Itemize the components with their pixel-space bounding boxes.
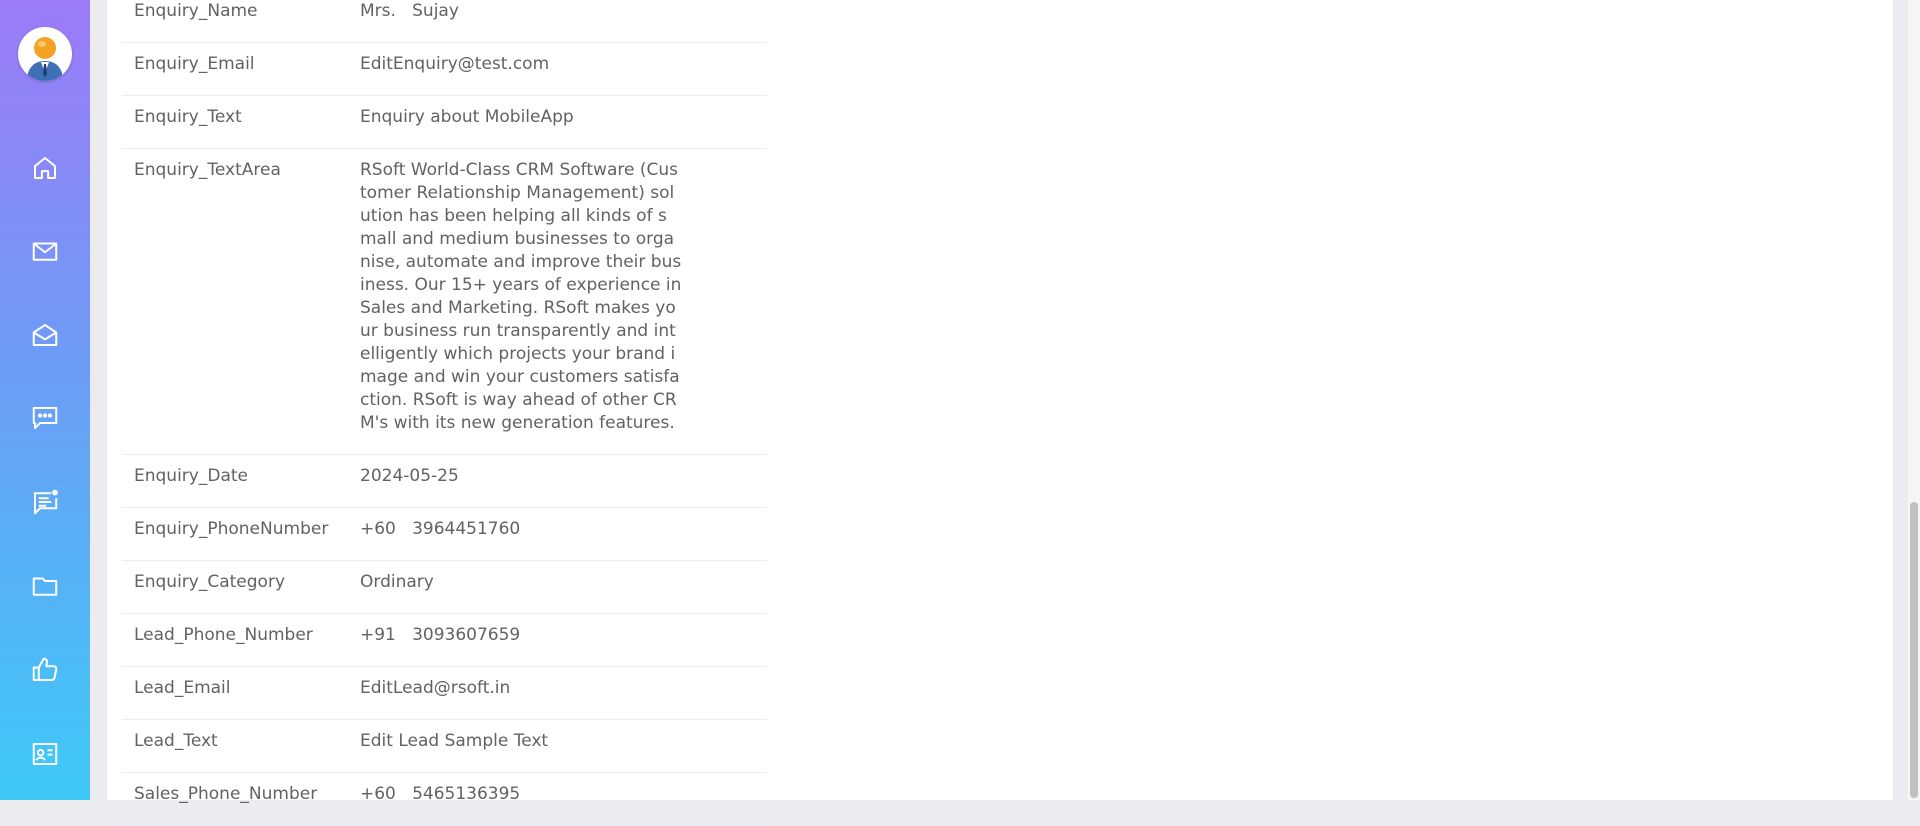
row-label: Enquiry_Date (122, 454, 348, 508)
nav-likes[interactable] (27, 652, 63, 688)
row-value: Ordinary (348, 560, 767, 614)
row-label: Enquiry_Category (122, 560, 348, 614)
row-value: +91 3093607659 (348, 613, 767, 667)
user-avatar[interactable] (18, 27, 72, 81)
chat-bubble-icon (32, 407, 58, 429)
sidebar (0, 0, 90, 800)
row-label: Enquiry_Name (122, 0, 348, 43)
table-row: Lead_Email EditLead@rsoft.in (122, 666, 767, 720)
row-label: Lead_Email (122, 666, 348, 720)
contact-card-icon (32, 743, 58, 765)
nav-home[interactable] (27, 150, 63, 186)
mail-open-icon (32, 324, 58, 346)
nav-chat[interactable] (27, 400, 63, 436)
row-label: Enquiry_TextArea (122, 148, 348, 455)
nav-mail-open[interactable] (27, 317, 63, 353)
user-avatar-icon (27, 37, 63, 81)
row-value: Enquiry about MobileApp (348, 95, 767, 149)
table-row: Enquiry_Name Mrs. Sujay (122, 0, 767, 43)
nav-mail[interactable] (27, 233, 63, 269)
table-row: Enquiry_Category Ordinary (122, 560, 767, 614)
row-value: +60 3964451760 (348, 507, 767, 561)
row-value: EditEnquiry@test.com (348, 42, 767, 96)
nav-contacts[interactable] (27, 736, 63, 772)
row-label: Sales_Phone_Number (122, 772, 348, 826)
home-icon (34, 157, 56, 179)
row-label: Lead_Phone_Number (122, 613, 348, 667)
table-row: Lead_Phone_Number +91 3093607659 (122, 613, 767, 667)
table-row: Enquiry_Email EditEnquiry@test.com (122, 42, 767, 96)
table-row: Sales_Phone_Number +60 5465136395 (122, 772, 767, 826)
mail-icon (32, 242, 58, 261)
row-value: +60 5465136395 (348, 772, 767, 826)
table-row: Enquiry_TextArea RSoft World-Class CRM S… (122, 148, 767, 455)
row-value: Mrs. Sujay (348, 0, 767, 43)
row-value: EditLead@rsoft.in (348, 666, 767, 720)
row-value: Edit Lead Sample Text (348, 719, 767, 773)
row-value: 2024-05-25 (348, 454, 767, 508)
nav-folder[interactable] (27, 568, 63, 604)
row-label: Enquiry_Email (122, 42, 348, 96)
row-label: Lead_Text (122, 719, 348, 773)
folder-icon (32, 577, 58, 596)
row-label: Enquiry_PhoneNumber (122, 507, 348, 561)
table-row: Enquiry_Text Enquiry about MobileApp (122, 95, 767, 149)
enquiry-details-table: Enquiry_Name Mrs. Sujay Enquiry_Email Ed… (122, 0, 767, 826)
vertical-scrollbar[interactable] (1908, 0, 1920, 800)
nav-messages[interactable] (27, 484, 63, 520)
table-row: Lead_Text Edit Lead Sample Text (122, 719, 767, 773)
table-row: Enquiry_PhoneNumber +60 3964451760 (122, 507, 767, 561)
row-value: RSoft World-Class CRM Software (Customer… (348, 148, 767, 455)
message-notification-icon (33, 489, 58, 515)
row-label: Enquiry_Text (122, 95, 348, 149)
thumbs-up-icon (32, 657, 58, 681)
table-row: Enquiry_Date 2024-05-25 (122, 454, 767, 508)
scrollbar-thumb[interactable] (1910, 502, 1918, 798)
